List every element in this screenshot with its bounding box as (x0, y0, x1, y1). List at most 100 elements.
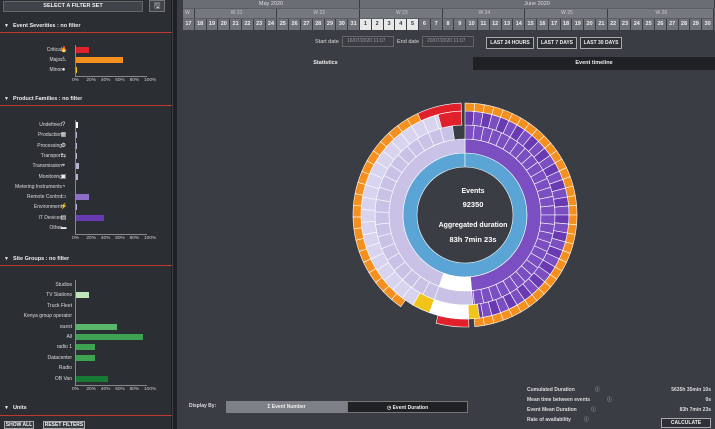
timeline-day[interactable]: 6 (419, 19, 431, 30)
timeline-day[interactable]: 29 (690, 19, 703, 30)
sunburst-segment[interactable] (540, 205, 556, 216)
timeline-day[interactable]: 16 (537, 19, 549, 30)
filter-bar[interactable] (75, 194, 90, 201)
sunburst-segment[interactable] (352, 216, 363, 229)
filter-row[interactable]: Critical 🔥 (0, 45, 172, 55)
timeline-day[interactable]: 30 (336, 19, 349, 30)
filter-row[interactable]: Undefined? (0, 120, 172, 130)
timeline-day[interactable]: 26 (289, 19, 301, 30)
timeline-day[interactable]: 24 (631, 19, 644, 30)
filter-row[interactable]: Processing ⚙ (0, 141, 172, 151)
timeline-day[interactable]: 29 (324, 19, 337, 30)
reset-filters-button[interactable]: RESET FILTERS (43, 421, 85, 429)
sunburst-segment[interactable] (467, 303, 480, 320)
timeline-day[interactable]: 13 (501, 19, 514, 30)
sunburst-segment[interactable] (437, 110, 463, 129)
timeline-day[interactable]: 2 (371, 19, 384, 30)
filter-row[interactable]: ouest (0, 322, 172, 332)
timeline-day[interactable]: 15 (525, 19, 537, 30)
event-number-button[interactable]: Σ Event Number (226, 401, 347, 413)
timeline-day[interactable]: 30 (702, 19, 714, 30)
filter-row[interactable]: Minor ● (0, 65, 172, 75)
info-icon[interactable]: ⓘ (584, 416, 589, 425)
sunburst-segment[interactable] (568, 204, 578, 216)
filter-row[interactable]: Monitoring ▣ (0, 172, 172, 182)
sunburst-segment[interactable] (565, 185, 576, 198)
timeline-ruler[interactable]: May 2020June 2020W 20W 21W 22W 23W 24W 2… (183, 0, 715, 30)
sunburst-segment[interactable] (554, 205, 570, 216)
filter-row[interactable]: Kenya group operator (0, 311, 172, 321)
sunburst-segment[interactable] (567, 223, 577, 235)
filter-row[interactable]: Production ▦ (0, 130, 172, 140)
families-section-header[interactable]: ▼ Product Families : no filter (0, 94, 172, 104)
last-30-days-button[interactable]: LAST 30 DAYS (580, 37, 622, 49)
filter-row[interactable]: Remote Control ▭ (0, 192, 172, 202)
filter-row[interactable]: Transport ⇆ (0, 151, 172, 161)
filter-row[interactable]: Datacenter (0, 353, 172, 363)
sunburst-segment[interactable] (568, 214, 578, 226)
timeline-day[interactable]: 22 (242, 19, 254, 30)
sunburst-segment[interactable] (360, 209, 376, 223)
timeline-day[interactable]: 26 (655, 19, 667, 30)
timeline-day[interactable]: 23 (253, 19, 266, 30)
sunburst-segment[interactable] (482, 315, 495, 326)
info-icon[interactable]: ⓘ (591, 406, 596, 415)
tab-statistics[interactable]: Statistics (178, 57, 473, 70)
timeline-day[interactable]: 11 (478, 19, 490, 30)
units-section-header[interactable]: ▼ Units (0, 403, 172, 413)
timeline-day[interactable]: 5 (407, 19, 419, 30)
timeline-week[interactable]: W 26 (607, 9, 714, 18)
filter-bar[interactable] (75, 214, 104, 221)
filter-bar[interactable] (75, 323, 117, 330)
sunburst-chart[interactable] (340, 95, 590, 335)
filter-row[interactable]: Other ▬ (0, 223, 172, 233)
sunburst-segment[interactable] (353, 227, 365, 241)
filter-bar[interactable] (75, 47, 90, 53)
timeline-day[interactable]: 19 (572, 19, 585, 30)
sunburst-segment[interactable] (352, 204, 362, 218)
timeline-day[interactable]: 9 (454, 19, 467, 30)
sunburst-segment[interactable] (567, 195, 577, 207)
timeline-week[interactable]: W 20 (183, 9, 195, 25)
filter-row[interactable]: Studios (0, 280, 172, 290)
filter-row[interactable]: TV Stations (0, 290, 172, 300)
filter-row[interactable]: Major ⚠ (0, 55, 172, 65)
filter-row[interactable]: IT Devices ▤ (0, 213, 172, 223)
filter-bar[interactable] (75, 375, 109, 382)
timeline-day[interactable]: 18 (194, 19, 207, 30)
filter-bar[interactable] (75, 344, 96, 351)
timeline-day[interactable]: 3 (383, 19, 396, 30)
timeline-day[interactable]: 20 (584, 19, 596, 30)
timeline-day[interactable]: 10 (466, 19, 478, 30)
timeline-day[interactable]: 20 (218, 19, 231, 30)
last-7-days-button[interactable]: LAST 7 DAYS (537, 37, 577, 49)
sunburst-segment[interactable] (473, 103, 485, 113)
timeline-day[interactable]: 1 (360, 19, 372, 30)
info-icon[interactable]: ⓘ (595, 386, 600, 395)
timeline-day[interactable]: 12 (489, 19, 502, 30)
sunburst-segment[interactable] (464, 102, 476, 112)
timeline-day[interactable]: 28 (312, 19, 325, 30)
start-date-input[interactable]: 16/07/2020 11:07 (342, 36, 394, 47)
save-icon[interactable]: 🖫 (149, 0, 165, 12)
severities-section-header[interactable]: ▼ Event Severities : no filter (0, 21, 172, 31)
filter-row[interactable]: Transmission ⌖ (0, 161, 172, 171)
timeline-week[interactable]: W 24 (442, 9, 526, 18)
calculate-button[interactable]: CALCULATE (661, 418, 711, 428)
timeline-day[interactable]: 22 (607, 19, 620, 30)
timeline-day[interactable]: 17 (548, 19, 561, 30)
filter-row[interactable]: Radio (0, 363, 172, 373)
timeline-day[interactable]: 27 (666, 19, 679, 30)
filter-row[interactable]: Truck Fleet (0, 301, 172, 311)
timeline-week[interactable]: W 25 (525, 9, 608, 18)
sunburst-segment[interactable] (374, 211, 390, 225)
select-filter-set-button[interactable]: SELECT A FILTER SET (3, 1, 143, 12)
timeline-day[interactable]: 21 (596, 19, 608, 30)
timeline-day[interactable]: 25 (643, 19, 655, 30)
timeline-day[interactable]: 27 (301, 19, 313, 30)
end-date-input[interactable]: 20/07/2020 11:07 (422, 36, 474, 47)
show-all-button[interactable]: SHOW ALL (4, 421, 34, 429)
sunburst-segment[interactable] (554, 214, 570, 225)
filter-bar[interactable] (75, 354, 96, 361)
sunburst-segment[interactable] (353, 193, 364, 207)
